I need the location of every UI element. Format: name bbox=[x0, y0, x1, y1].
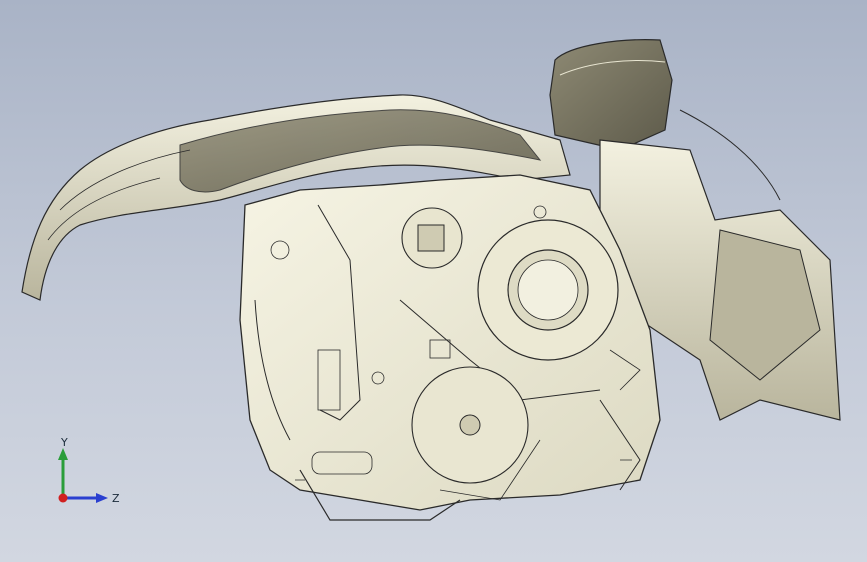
cad-viewport[interactable]: Y Z bbox=[0, 0, 867, 562]
actuator-motor[interactable] bbox=[401, 207, 463, 269]
x-axis-dot bbox=[58, 493, 68, 503]
coordinate-triad: Y Z bbox=[58, 436, 120, 505]
hvac-assembly-model[interactable] bbox=[0, 0, 867, 562]
lower-gear-cover[interactable] bbox=[411, 366, 529, 484]
top-outlet-duct[interactable] bbox=[549, 39, 673, 151]
z-axis-label: Z bbox=[112, 492, 120, 505]
y-axis-label: Y bbox=[60, 436, 68, 449]
blower-fan[interactable] bbox=[477, 219, 619, 361]
y-axis-arrow bbox=[58, 448, 68, 460]
z-axis-arrow bbox=[96, 493, 108, 503]
